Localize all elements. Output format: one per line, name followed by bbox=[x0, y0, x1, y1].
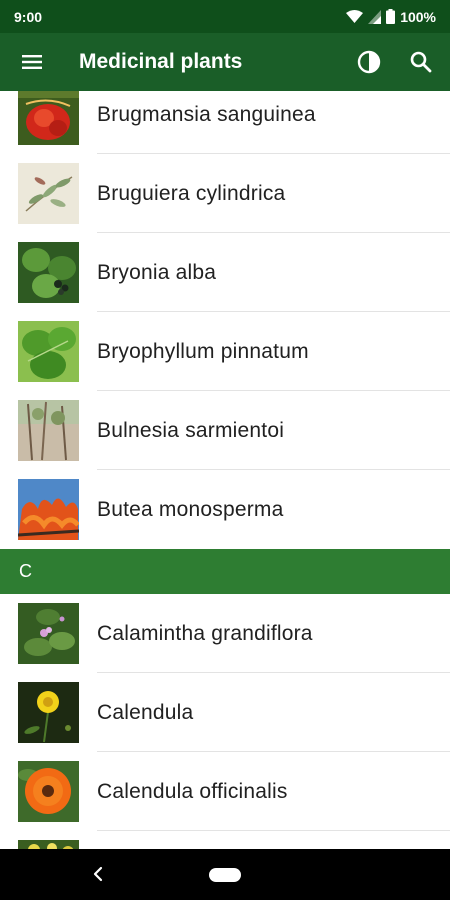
list-item-bruguiera[interactable]: Bruguiera cylindrica bbox=[0, 154, 450, 233]
battery-percent: 100% bbox=[400, 8, 436, 25]
list-item-calendula-officinalis[interactable]: Calendula officinalis bbox=[0, 752, 450, 831]
status-icons: 100% bbox=[346, 9, 436, 25]
plant-thumbnail bbox=[18, 603, 79, 664]
plant-name: Bryonia alba bbox=[97, 261, 217, 284]
status-time: 9:00 bbox=[14, 8, 43, 25]
search-button[interactable] bbox=[397, 38, 445, 86]
plant-thumbnail bbox=[18, 682, 79, 743]
back-icon bbox=[93, 866, 103, 882]
plant-thumbnail bbox=[18, 400, 79, 461]
list-item-bryophyllum[interactable]: Bryophyllum pinnatum bbox=[0, 312, 450, 391]
app-title: Medicinal plants bbox=[79, 50, 243, 73]
section-header-c: C bbox=[0, 549, 450, 594]
plant-name: Bulnesia sarmientoi bbox=[97, 419, 285, 442]
list-item-butea[interactable]: Butea monosperma bbox=[0, 470, 450, 549]
plant-thumbnail bbox=[18, 479, 79, 540]
plant-list[interactable]: Brugmansia sanguinea Bruguiera cylindric… bbox=[0, 91, 450, 849]
plant-thumbnail bbox=[18, 761, 79, 822]
status-bar: 9:00 100% bbox=[0, 0, 450, 33]
search-icon bbox=[410, 51, 432, 73]
home-pill[interactable] bbox=[209, 867, 241, 882]
battery-icon bbox=[386, 9, 396, 24]
plant-name: Calamintha grandiflora bbox=[97, 622, 313, 645]
system-nav-bar bbox=[0, 849, 450, 900]
menu-button[interactable] bbox=[8, 38, 56, 86]
plant-name: Calendula bbox=[97, 701, 194, 724]
plant-name: Calendula officinalis bbox=[97, 780, 288, 803]
contrast-icon bbox=[357, 50, 381, 74]
back-button[interactable] bbox=[88, 863, 108, 885]
plant-name: Butea monosperma bbox=[97, 498, 284, 521]
contrast-button[interactable] bbox=[345, 38, 393, 86]
plant-name: Brugmansia sanguinea bbox=[97, 103, 316, 126]
signal-icon bbox=[368, 9, 382, 24]
plant-thumbnail bbox=[18, 91, 79, 145]
plant-name: Bruguiera cylindrica bbox=[97, 182, 286, 205]
list-item-brugmansia[interactable]: Brugmansia sanguinea bbox=[0, 91, 450, 154]
list-item-calamintha[interactable]: Calamintha grandiflora bbox=[0, 594, 450, 673]
plant-thumbnail bbox=[18, 840, 79, 849]
plant-thumbnail bbox=[18, 321, 79, 382]
wifi-icon bbox=[346, 9, 364, 24]
list-item-partial[interactable] bbox=[0, 831, 450, 849]
list-item-bulnesia[interactable]: Bulnesia sarmientoi bbox=[0, 391, 450, 470]
plant-thumbnail bbox=[18, 242, 79, 303]
plant-name: Bryophyllum pinnatum bbox=[97, 340, 309, 363]
app-bar: Medicinal plants bbox=[0, 33, 450, 91]
list-item-calendula[interactable]: Calendula bbox=[0, 673, 450, 752]
menu-icon bbox=[22, 55, 42, 69]
plant-thumbnail bbox=[18, 163, 79, 224]
list-item-bryonia[interactable]: Bryonia alba bbox=[0, 233, 450, 312]
